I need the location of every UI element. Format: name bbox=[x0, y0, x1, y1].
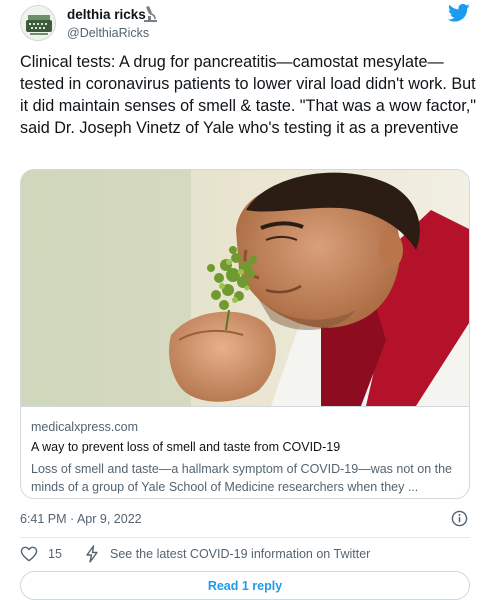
info-circle-icon[interactable] bbox=[451, 510, 468, 527]
card-title[interactable]: A way to prevent loss of smell and taste… bbox=[31, 440, 340, 454]
card-description: Loss of smell and taste—a hallmark sympt… bbox=[31, 462, 453, 494]
divider bbox=[20, 537, 470, 538]
read-replies-label: Read 1 reply bbox=[207, 579, 283, 593]
lightning-icon bbox=[86, 545, 98, 563]
covid-info-link[interactable]: See the latest COVID-19 information on T… bbox=[110, 547, 370, 561]
card-image[interactable] bbox=[21, 170, 469, 406]
tweet-text: Clinical tests: A drug for pancreatitis—… bbox=[20, 53, 476, 137]
read-replies-button[interactable]: Read 1 reply bbox=[20, 571, 470, 600]
card-info[interactable]: medicalxpress.com A way to prevent loss … bbox=[21, 406, 469, 498]
twitter-bird-icon[interactable] bbox=[448, 3, 470, 23]
tweet-embed: delthia ricks @DelthiaRicks Clinical tes… bbox=[0, 0, 489, 600]
card-domain: medicalxpress.com bbox=[31, 420, 138, 434]
tweet-timestamp[interactable]: 6:41 PM · Apr 9, 2022 bbox=[20, 512, 142, 526]
user-handle[interactable]: @DelthiaRicks bbox=[67, 26, 149, 40]
avatar[interactable] bbox=[20, 5, 56, 41]
heart-icon[interactable] bbox=[20, 546, 38, 562]
user-name[interactable]: delthia ricks bbox=[67, 7, 146, 22]
chef-smelling-herbs-image bbox=[21, 170, 469, 406]
typewriter-icon bbox=[21, 6, 55, 40]
link-card[interactable]: medicalxpress.com A way to prevent loss … bbox=[20, 169, 470, 499]
microscope-icon bbox=[144, 6, 157, 22]
like-count[interactable]: 15 bbox=[48, 547, 62, 561]
